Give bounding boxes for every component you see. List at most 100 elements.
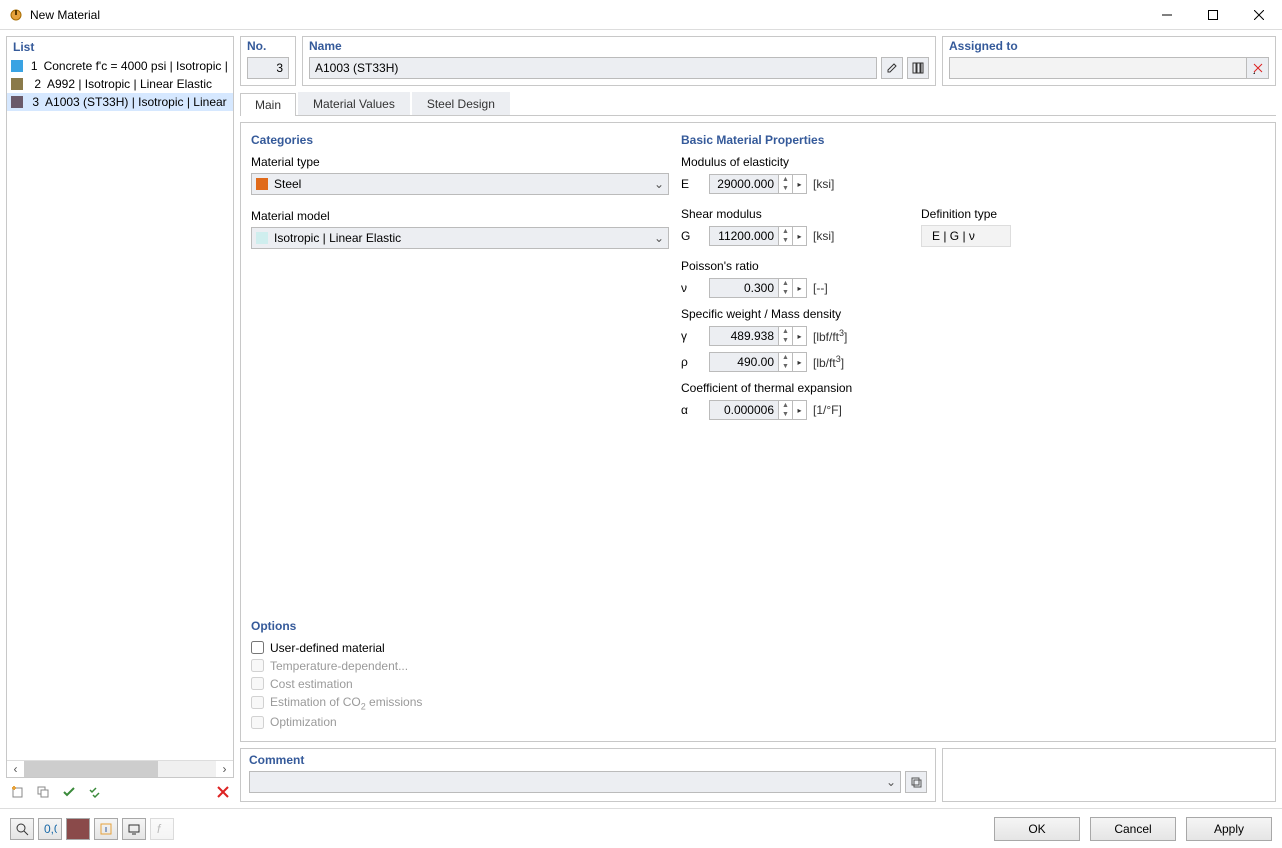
list-item-num: 2 [29, 77, 41, 91]
search-icon[interactable] [10, 818, 34, 840]
gamma-unit: [lbf/ft3] [813, 328, 847, 344]
tab-material-values[interactable]: Material Values [298, 92, 410, 115]
chevron-down-icon: ⌄ [886, 775, 896, 789]
comment-input[interactable]: ⌄ [249, 771, 901, 793]
G-unit: [ksi] [813, 229, 834, 243]
remove-assigned-icon[interactable] [1247, 57, 1269, 79]
assigned-input[interactable] [949, 57, 1247, 79]
check-icon[interactable] [58, 781, 80, 803]
rho-unit: [lb/ft3] [813, 354, 844, 370]
gamma-input[interactable]: 489.938 [709, 326, 779, 346]
tab-steel-design[interactable]: Steel Design [412, 92, 510, 115]
thermal-expansion-label: Coefficient of thermal expansion [681, 381, 1265, 395]
rho-input[interactable]: 490.00 [709, 352, 779, 372]
nu-spinner[interactable]: ▲▼ [779, 278, 793, 298]
E-pick-icon[interactable]: ▸ [793, 174, 807, 194]
material-model-swatch [256, 232, 268, 244]
G-pick-icon[interactable]: ▸ [793, 226, 807, 246]
list-item-label: Concrete f'c = 4000 psi | Isotropic | Li… [44, 59, 229, 73]
window-title: New Material [30, 8, 1144, 22]
gamma-spinner[interactable]: ▲▼ [779, 326, 793, 346]
rho-spinner[interactable]: ▲▼ [779, 352, 793, 372]
alpha-unit: [1/°F] [813, 403, 842, 417]
material-type-combo[interactable]: Steel ⌄ [251, 173, 669, 195]
delete-icon[interactable] [212, 781, 234, 803]
name-label: Name [309, 39, 929, 53]
user-defined-checkbox[interactable]: User-defined material [251, 641, 669, 655]
nu-symbol: ν [681, 281, 709, 295]
material-model-label: Material model [251, 209, 669, 223]
list-item-num: 1 [29, 59, 38, 73]
specific-weight-label: Specific weight / Mass density [681, 307, 1265, 321]
color-swatch [11, 78, 23, 90]
list-item-num: 3 [29, 95, 39, 109]
E-spinner[interactable]: ▲▼ [779, 174, 793, 194]
assigned-label: Assigned to [949, 39, 1269, 53]
scroll-right-icon[interactable]: › [216, 761, 233, 778]
ok-button[interactable]: OK [994, 817, 1080, 841]
modulus-label: Modulus of elasticity [681, 155, 1265, 169]
G-symbol: G [681, 229, 709, 243]
info-icon[interactable] [94, 818, 118, 840]
scroll-thumb[interactable] [24, 761, 158, 778]
assigned-preview-box [942, 748, 1276, 802]
alpha-pick-icon[interactable]: ▸ [793, 400, 807, 420]
no-input[interactable]: 3 [247, 57, 289, 79]
alpha-input[interactable]: 0.000006 [709, 400, 779, 420]
poisson-label: Poisson's ratio [681, 259, 1265, 273]
svg-text:0,00: 0,00 [44, 822, 57, 836]
list-item[interactable]: 3 A1003 (ST33H) | Isotropic | Linear Ela… [7, 93, 233, 111]
rho-pick-icon[interactable]: ▸ [793, 352, 807, 372]
name-input[interactable]: A1003 (ST33H) [309, 57, 877, 79]
chevron-down-icon: ⌄ [654, 231, 664, 245]
material-model-combo[interactable]: Isotropic | Linear Elastic ⌄ [251, 227, 669, 249]
rho-symbol: ρ [681, 355, 709, 369]
color-swatch [11, 96, 23, 108]
no-label: No. [247, 39, 289, 53]
co2-checkbox: Estimation of CO2 emissions [251, 695, 669, 711]
definition-type-label: Definition type [921, 207, 1011, 221]
properties-title: Basic Material Properties [681, 133, 1265, 147]
E-unit: [ksi] [813, 177, 834, 191]
edit-name-icon[interactable] [881, 57, 903, 79]
function-icon[interactable]: f [150, 818, 174, 840]
close-button[interactable] [1236, 0, 1282, 30]
nu-pick-icon[interactable]: ▸ [793, 278, 807, 298]
tab-main[interactable]: Main [240, 93, 296, 116]
library-icon[interactable] [907, 57, 929, 79]
nu-unit: [--] [813, 281, 828, 295]
cancel-button[interactable]: Cancel [1090, 817, 1176, 841]
copy-item-icon[interactable] [32, 781, 54, 803]
material-list[interactable]: 1 Concrete f'c = 4000 psi | Isotropic | … [7, 57, 233, 760]
tab-strip: Main Material Values Steel Design [240, 92, 1276, 116]
options-title: Options [251, 619, 669, 633]
gamma-symbol: γ [681, 329, 709, 343]
minimize-button[interactable] [1144, 0, 1190, 30]
horizontal-scrollbar[interactable]: ‹ › [7, 760, 233, 777]
material-type-swatch [256, 178, 268, 190]
definition-type-value: E | G | ν [921, 225, 1011, 247]
decimals-icon[interactable]: 0,00 [38, 818, 62, 840]
material-type-label: Material type [251, 155, 669, 169]
maximize-button[interactable] [1190, 0, 1236, 30]
check-all-icon[interactable] [84, 781, 106, 803]
alpha-spinner[interactable]: ▲▼ [779, 400, 793, 420]
app-icon [8, 7, 24, 23]
list-item[interactable]: 2 A992 | Isotropic | Linear Elastic [7, 75, 233, 93]
G-spinner[interactable]: ▲▼ [779, 226, 793, 246]
chevron-down-icon: ⌄ [654, 177, 664, 191]
comment-label: Comment [249, 753, 927, 767]
E-input[interactable]: 29000.000 [709, 174, 779, 194]
gamma-pick-icon[interactable]: ▸ [793, 326, 807, 346]
color-icon[interactable] [66, 818, 90, 840]
new-item-icon[interactable] [6, 781, 28, 803]
display-icon[interactable] [122, 818, 146, 840]
scroll-left-icon[interactable]: ‹ [7, 761, 24, 778]
shear-label: Shear modulus [681, 207, 921, 221]
nu-input[interactable]: 0.300 [709, 278, 779, 298]
copy-comment-icon[interactable] [905, 771, 927, 793]
G-input[interactable]: 11200.000 [709, 226, 779, 246]
list-item[interactable]: 1 Concrete f'c = 4000 psi | Isotropic | … [7, 57, 233, 75]
title-bar: New Material [0, 0, 1282, 30]
apply-button[interactable]: Apply [1186, 817, 1272, 841]
